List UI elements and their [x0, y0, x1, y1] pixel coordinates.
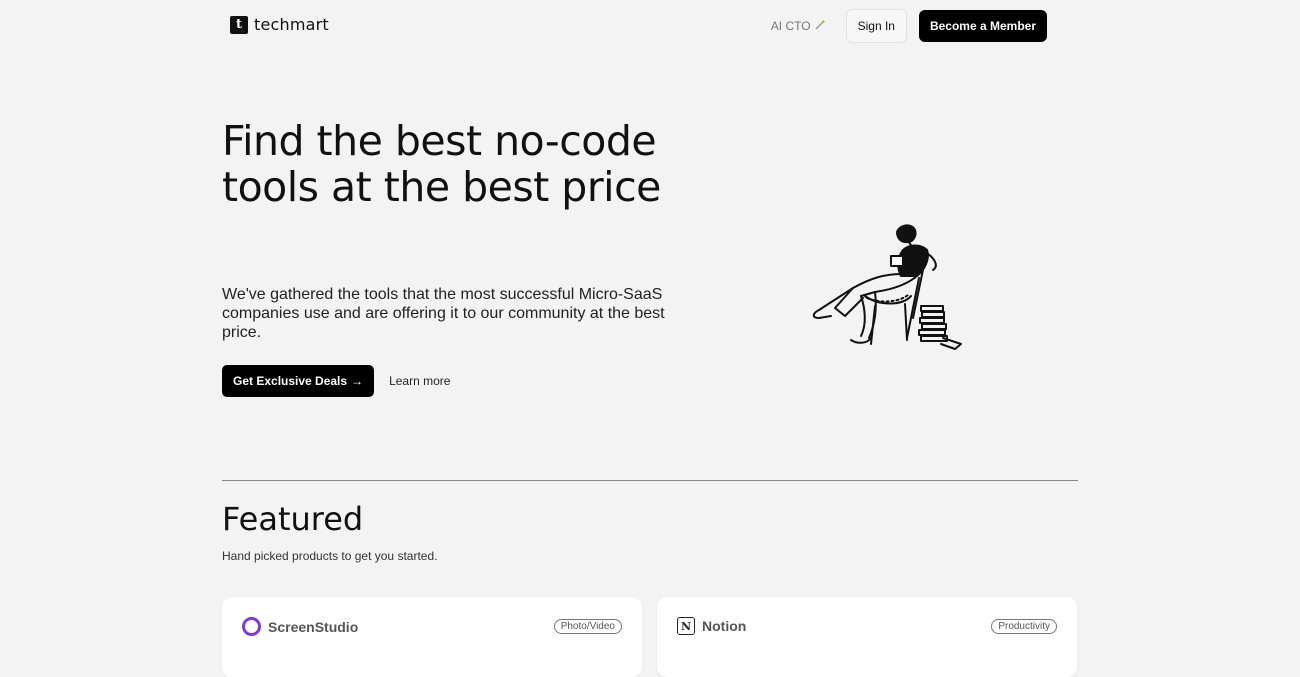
become-member-button[interactable]: Become a Member	[918, 10, 1047, 42]
learn-more-link[interactable]: Learn more	[389, 374, 450, 388]
ai-cto-label: AI CTO	[770, 19, 811, 33]
card-header: ScreenStudio Photo/Video	[242, 617, 622, 636]
sign-in-button[interactable]: Sign In	[845, 9, 907, 43]
card-name: ScreenStudio	[268, 618, 359, 635]
logo-icon: t	[230, 15, 248, 34]
category-tag: Photo/Video	[553, 619, 622, 634]
arrow-right-icon: →	[351, 374, 364, 388]
hero-subtitle: We've gathered the tools that the most s…	[222, 286, 665, 341]
card-name: Notion	[702, 618, 747, 634]
magic-wand-icon	[815, 19, 826, 33]
get-exclusive-deals-button[interactable]: Get Exclusive Deals →	[222, 365, 375, 397]
product-card-screenstudio[interactable]: ScreenStudio Photo/Video	[222, 597, 642, 677]
featured-subtitle: Hand picked products to get you started.	[222, 549, 438, 563]
ai-cto-link[interactable]: AI CTO	[771, 19, 826, 33]
card-brand: N Notion	[677, 617, 746, 635]
card-header: N Notion Productivity	[677, 617, 1057, 635]
nav-actions: AI CTO Sign In Become a Member	[771, 9, 1047, 43]
hero-actions: Get Exclusive Deals → Learn more	[222, 365, 450, 397]
product-card-notion[interactable]: N Notion Productivity	[657, 597, 1077, 677]
logo-text: techmart	[254, 15, 329, 34]
person-reading-in-chair-illustration	[805, 218, 970, 352]
featured-title: Featured	[222, 500, 364, 538]
category-tag: Productivity	[991, 618, 1057, 634]
hero-title: Find the best no-code tools at the best …	[222, 117, 661, 211]
top-nav: t techmart AI CTO Sign In Become a Membe…	[0, 0, 1300, 52]
notion-icon: N	[677, 617, 695, 635]
deals-button-label: Get Exclusive Deals	[233, 374, 348, 388]
techmart-logo[interactable]: t techmart	[230, 15, 329, 34]
card-brand: ScreenStudio	[242, 617, 358, 636]
screenstudio-icon	[242, 617, 261, 636]
section-divider	[222, 480, 1078, 481]
